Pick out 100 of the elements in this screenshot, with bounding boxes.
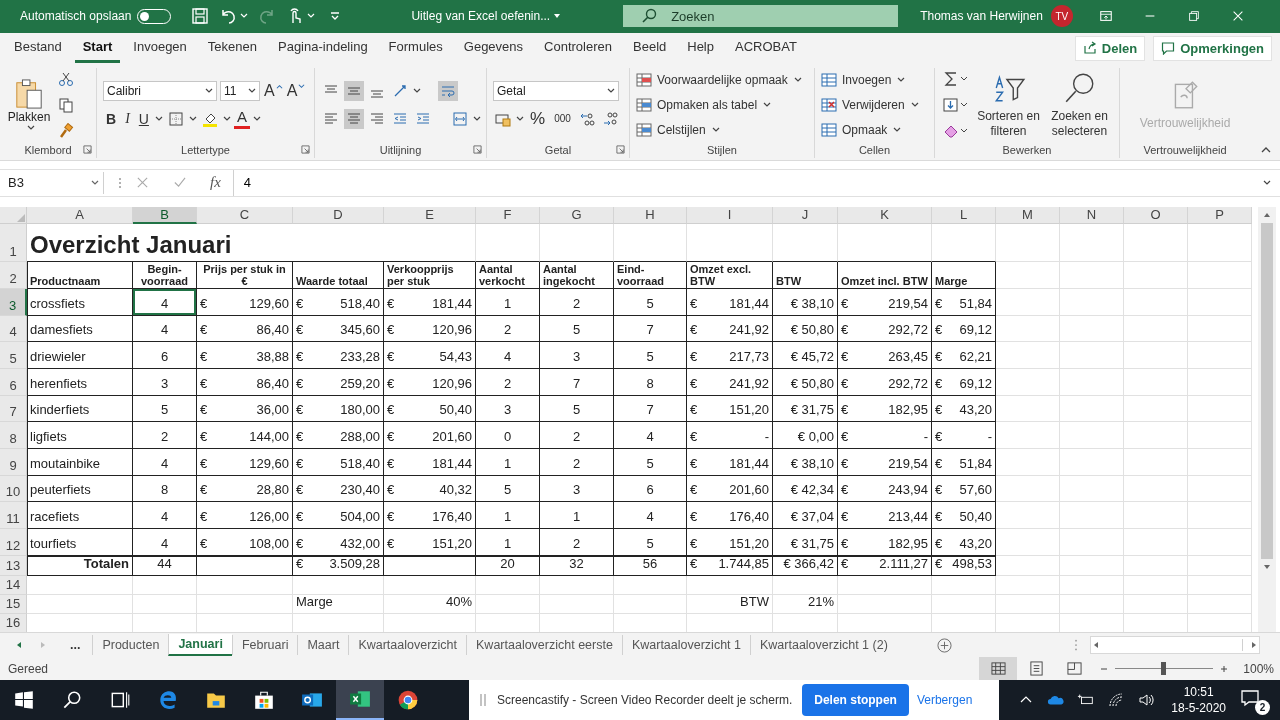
cells-menu-button[interactable]: Verwijderen	[819, 92, 919, 117]
row-header[interactable]: 7	[0, 395, 27, 423]
column-header[interactable]: P	[1188, 206, 1252, 224]
sheet-tab[interactable]: Maart	[297, 635, 349, 655]
dialog-launcher-icon[interactable]	[616, 145, 625, 155]
ribbon-tab[interactable]: Invoegen	[125, 33, 195, 64]
align-middle-icon[interactable]	[344, 80, 364, 101]
caret-icon[interactable]	[413, 86, 421, 95]
ribbon-tab[interactable]: Tekenen	[199, 33, 265, 64]
row-header[interactable]: 2	[0, 261, 27, 289]
align-center-icon[interactable]	[344, 108, 364, 129]
dialog-launcher-icon[interactable]	[473, 145, 482, 155]
column-header[interactable]: G	[540, 206, 614, 224]
more-sheets-button[interactable]: ...	[70, 638, 81, 652]
ribbon-tab[interactable]: Bestand	[6, 33, 70, 64]
styles-menu-button[interactable]: Opmaken als tabel	[634, 92, 772, 117]
user-avatar[interactable]: TV	[1050, 5, 1073, 28]
column-header[interactable]: O	[1124, 206, 1188, 224]
column-header[interactable]: I	[687, 206, 773, 224]
document-title[interactable]: Uitleg van Excel oefenin...	[411, 9, 551, 24]
clock-time[interactable]: 10:51	[1183, 684, 1214, 700]
stop-sharing-button[interactable]: Delen stoppen	[802, 684, 909, 716]
italic-button[interactable]: I	[122, 108, 133, 129]
ribbon-tab[interactable]: Help	[679, 33, 722, 64]
column-header[interactable]: J	[773, 206, 838, 224]
ribbon-tab[interactable]: Gegevens	[455, 33, 532, 64]
column-header[interactable]: B	[133, 206, 197, 224]
caret-icon[interactable]	[516, 114, 524, 123]
wrap-text-icon[interactable]	[438, 80, 458, 101]
undo-icon[interactable]	[219, 7, 238, 26]
column-header[interactable]: E	[384, 206, 476, 224]
row-header[interactable]: 10	[0, 475, 27, 503]
styles-menu-button[interactable]: Voorwaardelijke opmaak	[634, 67, 802, 92]
caret-icon[interactable]	[252, 114, 261, 123]
ribbon-tab[interactable]: Pagina-indeling	[270, 33, 376, 64]
row-header[interactable]: 8	[0, 422, 27, 449]
sheet-tab[interactable]: Februari	[231, 635, 298, 655]
number-format-dropdown[interactable]: Getal	[493, 80, 619, 101]
shrink-font-button[interactable]: A	[285, 80, 299, 101]
column-header[interactable]: C	[197, 206, 293, 224]
caret-icon[interactable]	[473, 114, 481, 123]
ribbon-tab[interactable]: ACROBAT	[727, 33, 805, 64]
notifications-icon[interactable]	[1240, 688, 1260, 708]
ribbon-tab[interactable]: Beeld	[625, 33, 675, 64]
row-header[interactable]: 12	[0, 529, 27, 556]
grow-font-button[interactable]: A	[263, 80, 276, 101]
paste-button[interactable]: Plakken	[6, 77, 52, 132]
cells-menu-button[interactable]: Invoegen	[819, 67, 906, 92]
font-family-dropdown[interactable]: Calibri	[103, 80, 217, 101]
row-header[interactable]: 9	[0, 449, 27, 476]
styles-menu-button[interactable]: Celstijlen	[634, 117, 720, 142]
restore-icon[interactable]	[1186, 9, 1201, 24]
row-header[interactable]: 6	[0, 368, 27, 396]
row-header[interactable]: 4	[0, 315, 27, 343]
underline-button[interactable]: U	[135, 108, 152, 129]
column-header[interactable]: H	[614, 206, 687, 224]
ribbon-display-icon[interactable]	[1098, 9, 1113, 24]
caret-icon[interactable]	[222, 114, 231, 123]
sheet-tab[interactable]: Januari	[168, 634, 232, 656]
caret-icon[interactable]	[188, 114, 197, 123]
row-header[interactable]: 11	[0, 502, 27, 530]
font-size-dropdown[interactable]: 11	[220, 80, 260, 101]
user-name[interactable]: Thomas van Herwijnen	[920, 9, 1043, 24]
column-header[interactable]: A	[27, 206, 133, 224]
view-button[interactable]	[979, 657, 1018, 680]
row-header[interactable]: 3	[0, 288, 27, 316]
comments-button[interactable]: Opmerkingen	[1153, 35, 1272, 61]
sort-filter-button[interactable]: Sorteren en filteren	[975, 70, 1042, 139]
column-header[interactable]: M	[996, 206, 1060, 224]
horizontal-scrollbar[interactable]	[1090, 636, 1260, 654]
dialog-launcher-icon[interactable]	[301, 145, 310, 155]
column-header[interactable]: F	[476, 206, 540, 224]
name-box[interactable]: B3	[4, 171, 104, 194]
row-header[interactable]: 13	[0, 555, 27, 576]
find-select-button[interactable]: Zoeken en selecteren	[1046, 70, 1113, 139]
zoom-in-icon[interactable]	[1219, 663, 1230, 674]
column-header[interactable]: N	[1060, 206, 1124, 224]
sheet-tab[interactable]: Kwartaaloverzicht	[348, 635, 467, 655]
dialog-launcher-icon[interactable]	[83, 145, 92, 155]
ribbon-tab[interactable]: Formules	[380, 33, 451, 64]
column-header[interactable]: D	[293, 206, 384, 224]
save-icon[interactable]	[191, 7, 210, 26]
zoom-level[interactable]: 100%	[1243, 661, 1274, 676]
cells-menu-button[interactable]: Opmaak	[819, 117, 902, 142]
thousands-button[interactable]: 000	[551, 108, 574, 129]
ribbon-tab[interactable]: Controleren	[536, 33, 620, 64]
row-header[interactable]: 1	[0, 223, 27, 262]
caret-icon[interactable]	[154, 114, 163, 123]
share-button[interactable]: Delen	[1074, 35, 1146, 61]
percent-button[interactable]: %	[527, 108, 549, 129]
sheet-tab[interactable]: Kwartaaloverzicht 1	[621, 635, 750, 655]
vertical-scrollbar[interactable]	[1258, 206, 1276, 635]
sheet-tab[interactable]: Kwartaaloverzicht 1 (2)	[750, 635, 897, 655]
font-color-button[interactable]: A	[233, 108, 250, 129]
drag-handle-icon[interactable]	[479, 692, 487, 708]
bold-button[interactable]: B	[103, 108, 120, 129]
volume-icon[interactable]	[1137, 692, 1156, 708]
search-field[interactable]: Zoeken	[623, 5, 899, 28]
clock-date[interactable]: 18-5-2020	[1171, 700, 1226, 716]
insert-function-button[interactable]: fx	[210, 174, 221, 192]
